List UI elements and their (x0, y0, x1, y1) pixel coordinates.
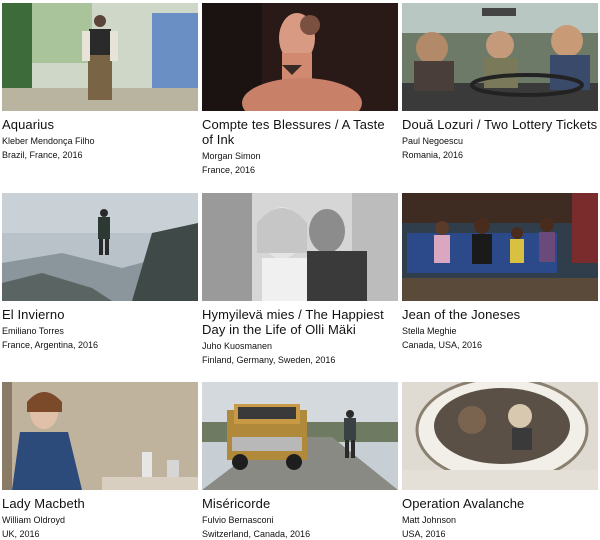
film-thumbnail[interactable] (402, 382, 598, 490)
film-thumbnail[interactable] (202, 3, 398, 111)
film-thumbnail[interactable] (2, 382, 198, 490)
film-card-compte-tes-blessures[interactable]: Compte tes Blessures / A Taste of Ink Mo… (202, 3, 398, 176)
film-thumbnail[interactable] (2, 3, 198, 111)
film-countries-year: France, Argentina, 2016 (2, 340, 99, 350)
film-card-el-invierno[interactable]: El Invierno Emiliano Torres France, Arge… (2, 193, 198, 351)
film-countries-year: France, 2016 (202, 165, 256, 175)
film-card-misericorde[interactable]: Miséricorde Fulvio Bernasconi Switzerlan… (202, 382, 398, 540)
film-title[interactable]: Miséricorde (202, 496, 398, 511)
film-title[interactable]: Lady Macbeth (2, 496, 198, 511)
film-thumbnail[interactable] (402, 193, 598, 301)
film-title[interactable]: Hymyilevä mies / The Happiest Day in the… (202, 307, 398, 337)
three-men-in-car-photo (402, 3, 598, 111)
film-countries-year: Romania, 2016 (402, 150, 464, 160)
film-director: Stella Meghie (402, 326, 457, 336)
film-thumbnail[interactable] (402, 3, 598, 111)
film-thumbnail[interactable] (2, 193, 198, 301)
film-title[interactable]: Aquarius (2, 117, 198, 132)
black-white-couple-photo (202, 193, 398, 301)
woman-standing-outdoors-photo (2, 3, 198, 111)
film-thumbnail[interactable] (202, 382, 398, 490)
film-director: Matt Johnson (402, 515, 457, 525)
film-countries-year: Canada, USA, 2016 (402, 340, 483, 350)
pickup-truck-road-photo (202, 382, 398, 490)
film-director: Morgan Simon (202, 151, 261, 161)
film-grid: Aquarius Kleber Mendonça Filho Brazil, F… (0, 0, 600, 539)
film-director: William Oldroyd (2, 515, 66, 525)
family-on-couch-photo (402, 193, 598, 301)
film-title[interactable]: Operation Avalanche (402, 496, 598, 511)
film-countries-year: Brazil, France, 2016 (2, 150, 83, 160)
film-title[interactable]: Două Lozuri / Two Lottery Tickets (402, 117, 598, 132)
film-director: Fulvio Bernasconi (202, 515, 274, 525)
film-director: Paul Negoescu (402, 136, 464, 146)
film-card-hymyileva-mies[interactable]: Hymyilevä mies / The Happiest Day in the… (202, 193, 398, 366)
film-title[interactable]: El Invierno (2, 307, 198, 322)
film-thumbnail[interactable] (202, 193, 398, 301)
film-title[interactable]: Jean of the Joneses (402, 307, 598, 322)
man-on-misty-hill-photo (2, 193, 198, 301)
film-card-jean-of-the-joneses[interactable]: Jean of the Joneses Stella Meghie Canada… (402, 193, 598, 351)
film-director: Emiliano Torres (2, 326, 64, 336)
film-title[interactable]: Compte tes Blessures / A Taste of Ink (202, 117, 398, 147)
shirtless-man-tattoo-photo (202, 3, 398, 111)
film-card-aquarius[interactable]: Aquarius Kleber Mendonça Filho Brazil, F… (2, 3, 198, 161)
film-director: Juho Kuosmanen (202, 341, 273, 351)
film-director: Kleber Mendonça Filho (2, 136, 95, 146)
woman-in-blue-dress-photo (2, 382, 198, 490)
astronaut-helmet-photo (402, 382, 598, 490)
film-card-operation-avalanche[interactable]: Operation Avalanche Matt Johnson USA, 20… (402, 382, 598, 540)
film-card-lady-macbeth[interactable]: Lady Macbeth William Oldroyd UK, 2016 (2, 382, 198, 540)
film-card-doua-lozuri[interactable]: Două Lozuri / Two Lottery Tickets Paul N… (402, 3, 598, 161)
film-countries-year: Finland, Germany, Sweden, 2016 (202, 355, 336, 365)
